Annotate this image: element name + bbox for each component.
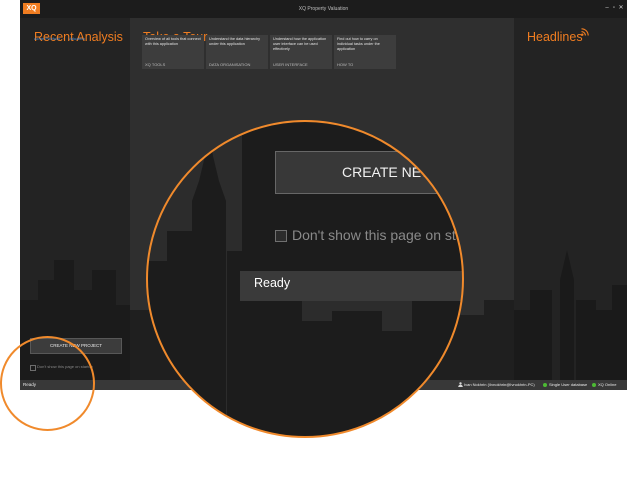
tour-tile-user-interface[interactable]: Understand how the application user inte… xyxy=(270,35,332,69)
minimize-icon[interactable]: – xyxy=(604,4,610,12)
window-title: XQ Property Valuation xyxy=(298,6,349,12)
tour-tile-how-to[interactable]: Find out how to carry on individual task… xyxy=(334,35,396,69)
status-user: Ivan Nokhrin (\Ivnokhrin@Ivnokhrin-PC) xyxy=(458,380,535,390)
status-database: Single User database xyxy=(543,380,587,390)
status-database-label: Single User database xyxy=(549,382,588,387)
status-dot-icon xyxy=(592,382,596,387)
headlines-heading: Headlines xyxy=(527,30,583,44)
breadcrumb-item[interactable]: Valuation xyxy=(68,36,84,41)
close-icon[interactable]: ✕ xyxy=(618,4,624,12)
status-user-name: Ivan Nokhrin (\Ivnokhrin@Ivnokhrin-PC) xyxy=(464,382,535,387)
magnifier-ring xyxy=(146,120,464,438)
status-dot-icon xyxy=(543,382,547,387)
tile-description: Understand the data hierarchy under this… xyxy=(209,37,261,46)
tile-description: Find out how to carry on individual task… xyxy=(337,37,380,51)
breadcrumb-item[interactable]: Acme Portfolio xyxy=(34,36,60,41)
tour-tile-data-organisation[interactable]: Understand the data hierarchy under this… xyxy=(206,35,268,69)
tile-label: USER INTERFACE xyxy=(273,62,308,67)
highlight-ring-small xyxy=(0,336,95,431)
rss-icon[interactable] xyxy=(581,28,589,36)
maximize-icon[interactable]: ▫ xyxy=(611,4,617,12)
tile-description: Overview of all tools that connect with … xyxy=(145,37,201,46)
tile-label: XQ TOOLS xyxy=(145,62,166,67)
status-online-label: XQ Online xyxy=(598,382,617,387)
breadcrumb: Acme Portfolio › Valuation xyxy=(34,36,85,41)
tour-tile-xq-tools[interactable]: Overview of all tools that connect with … xyxy=(142,35,204,69)
status-online: XQ Online xyxy=(592,380,616,390)
tile-label: HOW TO xyxy=(337,62,354,67)
tile-label: DATA ORGANISATION xyxy=(209,62,251,67)
titlebar: XQ XQ Property Valuation – ▫ ✕ xyxy=(20,0,627,18)
tile-description: Understand how the application user inte… xyxy=(273,37,327,51)
